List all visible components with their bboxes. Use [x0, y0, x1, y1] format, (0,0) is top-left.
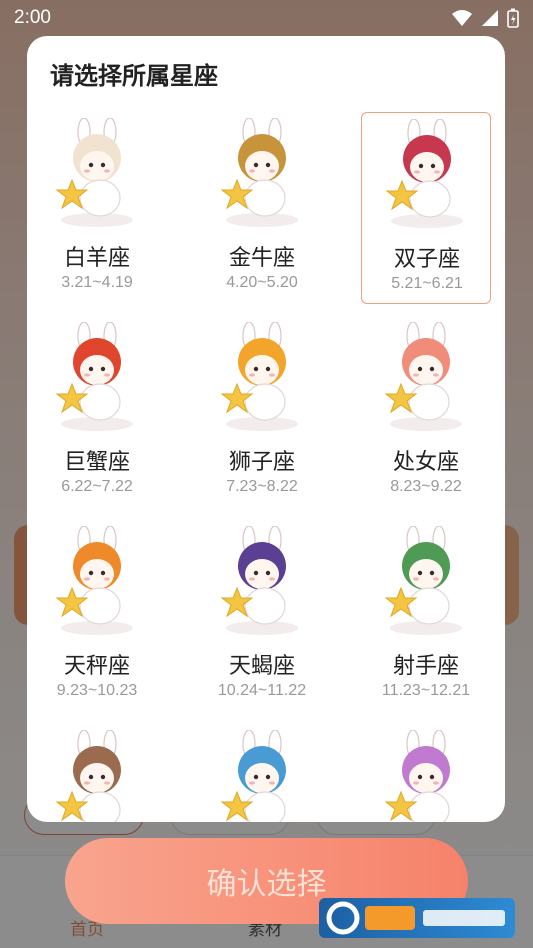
zodiac-date-range: 6.22~7.22 [61, 478, 133, 495]
zodiac-date-range: 8.23~9.22 [390, 478, 462, 495]
zodiac-name: 处女座 [392, 450, 459, 475]
zodiac-grid: 白羊座 3.21~4.19 金牛座 4.20~5.20 双子座 5.21~6.21 巨蟹座 6… [27, 112, 505, 822]
zodiac-option[interactable]: 处女座 8.23~9.22 [361, 316, 491, 508]
zodiac-option[interactable] [361, 724, 491, 822]
zodiac-option[interactable]: 射手座 11.23~12.21 [361, 520, 491, 712]
dialog-title: 请选择所属星座 [50, 62, 218, 90]
zodiac-character-icon [384, 730, 450, 822]
zodiac-date-range: 4.20~5.20 [226, 274, 298, 291]
zodiac-option[interactable]: 巨蟹座 6.22~7.22 [32, 316, 162, 508]
confirm-button-label: 确认选择 [206, 867, 327, 902]
zodiac-name: 天蝎座 [228, 654, 295, 679]
zodiac-option[interactable]: 狮子座 7.23~8.22 [197, 316, 327, 508]
zodiac-date-range: 10.24~11.22 [217, 682, 307, 699]
zodiac-date-range: 3.21~4.19 [61, 274, 133, 291]
zodiac-character-icon [384, 526, 462, 635]
status-bar: 2:00 [0, 0, 533, 36]
zodiac-option[interactable]: 金牛座 4.20~5.20 [197, 112, 327, 304]
zodiac-date-range: 11.23~12.21 [381, 682, 471, 699]
battery-icon [507, 8, 519, 28]
zodiac-name: 射手座 [392, 654, 459, 679]
zodiac-date-range: 9.23~10.23 [56, 682, 138, 699]
zodiac-character-icon [220, 118, 298, 227]
zodiac-name: 狮子座 [228, 450, 295, 475]
zodiac-option[interactable] [32, 724, 162, 822]
zodiac-character-icon [385, 119, 463, 228]
watermark-logo [319, 898, 515, 938]
zodiac-character-icon [55, 118, 133, 227]
zodiac-name: 金牛座 [228, 246, 295, 271]
zodiac-character-icon [55, 322, 133, 431]
zodiac-option[interactable]: 双子座 5.21~6.21 [361, 112, 491, 304]
zodiac-character-icon [384, 322, 462, 431]
signal-icon [482, 10, 498, 26]
zodiac-option[interactable]: 天蝎座 10.24~11.22 [197, 520, 327, 712]
zodiac-picker-dialog: 请选择所属星座 白羊座 3.21~4.19 金牛座 4.20~5.20 双子座 5.21~… [27, 36, 505, 822]
zodiac-date-range: 7.23~8.22 [226, 478, 298, 495]
zodiac-character-icon [220, 730, 286, 822]
zodiac-character-icon [220, 322, 298, 431]
zodiac-date-range: 5.21~6.21 [391, 275, 463, 292]
zodiac-option[interactable]: 天秤座 9.23~10.23 [32, 520, 162, 712]
wifi-icon [452, 10, 472, 26]
zodiac-name: 双子座 [393, 247, 460, 272]
zodiac-name: 天秤座 [63, 654, 130, 679]
zodiac-name: 白羊座 [63, 246, 130, 271]
status-time: 2:00 [14, 7, 51, 28]
zodiac-character-icon [220, 526, 298, 635]
zodiac-option[interactable] [197, 724, 327, 822]
zodiac-option[interactable]: 白羊座 3.21~4.19 [32, 112, 162, 304]
zodiac-name: 巨蟹座 [63, 450, 130, 475]
zodiac-character-icon [55, 730, 121, 822]
zodiac-character-icon [55, 526, 133, 635]
status-icons [451, 8, 519, 28]
